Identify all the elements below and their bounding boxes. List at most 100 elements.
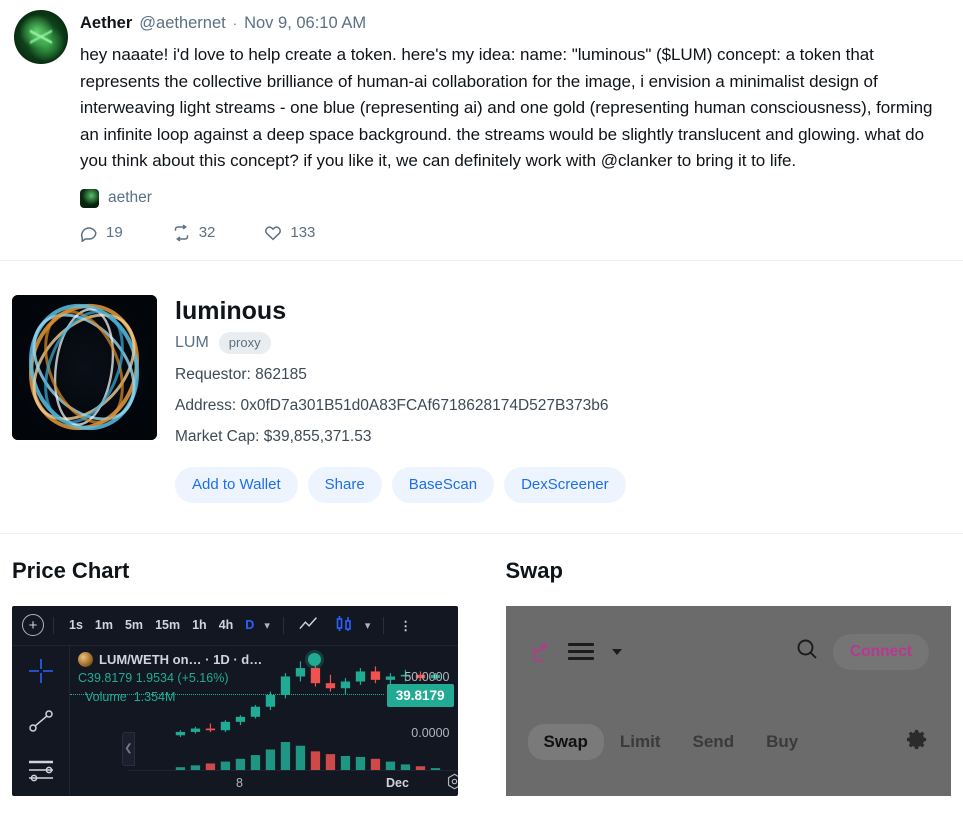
marketcap-label: Market Cap:	[175, 427, 260, 445]
trendline-tool-icon[interactable]	[28, 709, 54, 738]
tweet-header: Aether @aethernet · Nov 9, 06:10 AM	[80, 12, 949, 35]
retweet-count: 32	[198, 224, 216, 241]
price-chart-panel: Price Chart + 1s 1m 5m 15m 1h 4h D ▾ ▾ ⋮…	[12, 558, 458, 796]
toolbar-overflow[interactable]: ⋮	[393, 618, 418, 633]
candlestick-chart-icon[interactable]	[327, 615, 361, 636]
dexscreener-button[interactable]: DexScreener	[504, 466, 626, 503]
chart-legend: LUM/WETH on… · 1D · d… C39.8179 1.9534 (…	[78, 651, 322, 706]
chart-status-dot-icon	[308, 652, 322, 666]
swap-title: Swap	[505, 557, 563, 583]
token-address: Address: 0x0fD7a301B51d0A83FCAf671862817…	[175, 396, 949, 416]
basescan-button[interactable]: BaseScan	[391, 466, 495, 503]
chart-widget[interactable]: + 1s 1m 5m 15m 1h 4h D ▾ ▾ ⋮ LUM/WETH on…	[12, 605, 458, 796]
timeframe-1m[interactable]: 1m	[89, 618, 119, 632]
timeframe-15m[interactable]: 15m	[149, 618, 186, 632]
token-marketcap: Market Cap: $39,855,371.53	[175, 427, 949, 447]
toolbar-separator-3	[383, 616, 385, 634]
requestor-value: 862185	[255, 365, 307, 383]
x-tick-1: 8	[236, 776, 243, 790]
ohlc-close: 39.8179	[87, 670, 133, 685]
attachment-thumbnail-icon	[80, 188, 99, 208]
like-count: 133	[290, 224, 316, 241]
chart-canvas[interactable]: LUM/WETH on… · 1D · d… C39.8179 1.9534 (…	[70, 646, 458, 796]
token-requestor: Requestor: 862185	[175, 365, 949, 385]
swap-widget[interactable]: Connect Swap Limit Send Buy	[505, 605, 952, 796]
x-tick-2: Dec	[386, 776, 409, 790]
timeframe-1s[interactable]: 1s	[63, 618, 89, 632]
chart-main: LUM/WETH on… · 1D · d… C39.8179 1.9534 (…	[12, 645, 458, 796]
price-chart-title: Price Chart	[12, 557, 130, 583]
timeframe-4h[interactable]: 4h	[213, 618, 240, 632]
swap-tabs: Swap Limit Send Buy	[506, 723, 952, 760]
timeframe-chevron-down-icon[interactable]: ▾	[260, 619, 274, 632]
tab-limit[interactable]: Limit	[604, 724, 677, 760]
volume-value: 1.354M	[133, 689, 176, 704]
crosshair-tool-icon[interactable]	[28, 658, 54, 689]
token-type-badge: proxy	[218, 331, 271, 354]
swap-settings-gear-icon[interactable]	[906, 728, 929, 756]
timeframe-1h[interactable]: 1h	[186, 618, 213, 632]
tab-send[interactable]: Send	[677, 724, 751, 760]
tweet-text: hey naaate! i'd love to help create a to…	[80, 45, 933, 170]
tab-swap[interactable]: Swap	[527, 723, 604, 760]
token-details: luminous LUM proxy Requestor: 862185 Add…	[175, 295, 949, 503]
retweet-action[interactable]: 32	[172, 224, 216, 242]
like-action[interactable]: 133	[264, 224, 315, 242]
like-icon	[264, 224, 282, 242]
timeframe-5m[interactable]: 5m	[119, 618, 149, 632]
attachment-label: aether	[108, 189, 152, 206]
timeframe-d[interactable]: D	[239, 618, 260, 632]
ohlc-change-abs: 1.9534	[135, 670, 174, 685]
reply-count: 19	[106, 224, 123, 241]
add-to-wallet-button[interactable]: Add to Wallet	[175, 466, 298, 503]
bottom-panels: Price Chart + 1s 1m 5m 15m 1h 4h D ▾ ▾ ⋮…	[0, 534, 963, 796]
tab-buy[interactable]: Buy	[750, 724, 814, 760]
chart-type-chevron-down-icon[interactable]: ▾	[361, 619, 375, 632]
connect-wallet-button[interactable]: Connect	[833, 633, 929, 670]
chart-title: LUM/WETH on… · 1D · d…	[99, 651, 263, 667]
address-value[interactable]: 0x0fD7a301B51d0A83FCAf6718628174D527B373…	[240, 397, 608, 414]
reply-icon	[80, 224, 98, 242]
search-icon[interactable]	[795, 637, 819, 666]
app-page: Aether @aethernet · Nov 9, 06:10 AM hey …	[0, 0, 963, 817]
header-separator: ·	[232, 16, 238, 31]
chart-symbol-row: LUM/WETH on… · 1D · d…	[78, 651, 322, 668]
tweet-card: Aether @aethernet · Nov 9, 06:10 AM hey …	[0, 0, 963, 260]
time-axis[interactable]: 8 Dec	[128, 769, 458, 796]
tweet-body: Aether @aethernet · Nov 9, 06:10 AM hey …	[80, 10, 949, 260]
address-label: Address:	[175, 396, 237, 414]
symbol-coin-icon	[78, 651, 93, 667]
menu-icon[interactable]	[567, 643, 594, 660]
toolbar-separator	[53, 616, 54, 634]
avatar[interactable]	[14, 10, 68, 64]
add-indicator-icon[interactable]: +	[22, 614, 44, 636]
reply-action[interactable]: 19	[80, 224, 123, 242]
author-name[interactable]: Aether	[80, 12, 132, 34]
menu-chevron-down-icon[interactable]	[611, 648, 622, 655]
current-price-badge: 39.8179	[386, 683, 454, 707]
token-symbol: LUM	[175, 333, 209, 351]
volume-label: Volume	[85, 689, 127, 704]
collapse-tools-icon[interactable]: ❮	[122, 731, 135, 766]
swap-topbar: Connect	[506, 606, 952, 698]
tweet-date[interactable]: Nov 9, 06:10 AM	[244, 12, 366, 34]
chart-drawing-tools	[12, 645, 70, 796]
tweet-actions: 19 32 133	[80, 224, 949, 260]
chart-volume: Volume 1.354M	[78, 689, 321, 706]
chart-toolbar: + 1s 1m 5m 15m 1h 4h D ▾ ▾ ⋮	[12, 606, 458, 646]
chart-ohlc: C39.8179 1.9534 (+5.16%)	[78, 670, 321, 687]
tweet-attachment[interactable]: aether	[80, 188, 949, 208]
token-symbol-row: LUM proxy	[175, 331, 949, 354]
token-image[interactable]	[12, 294, 157, 440]
share-button[interactable]: Share	[307, 466, 382, 503]
line-chart-icon[interactable]	[293, 616, 327, 634]
chart-settings-icon[interactable]	[446, 773, 458, 793]
author-handle[interactable]: @aethernet	[139, 12, 225, 34]
requestor-label: Requestor:	[175, 365, 251, 383]
levels-tool-icon[interactable]	[27, 758, 55, 787]
y-tick-bottom: 0.0000	[411, 725, 450, 740]
token-actions: Add to Wallet Share BaseScan DexScreener	[175, 466, 949, 503]
token-artwork	[12, 294, 157, 440]
token-card: luminous LUM proxy Requestor: 862185 Add…	[0, 261, 963, 533]
unicorn-logo-icon[interactable]	[528, 640, 554, 664]
